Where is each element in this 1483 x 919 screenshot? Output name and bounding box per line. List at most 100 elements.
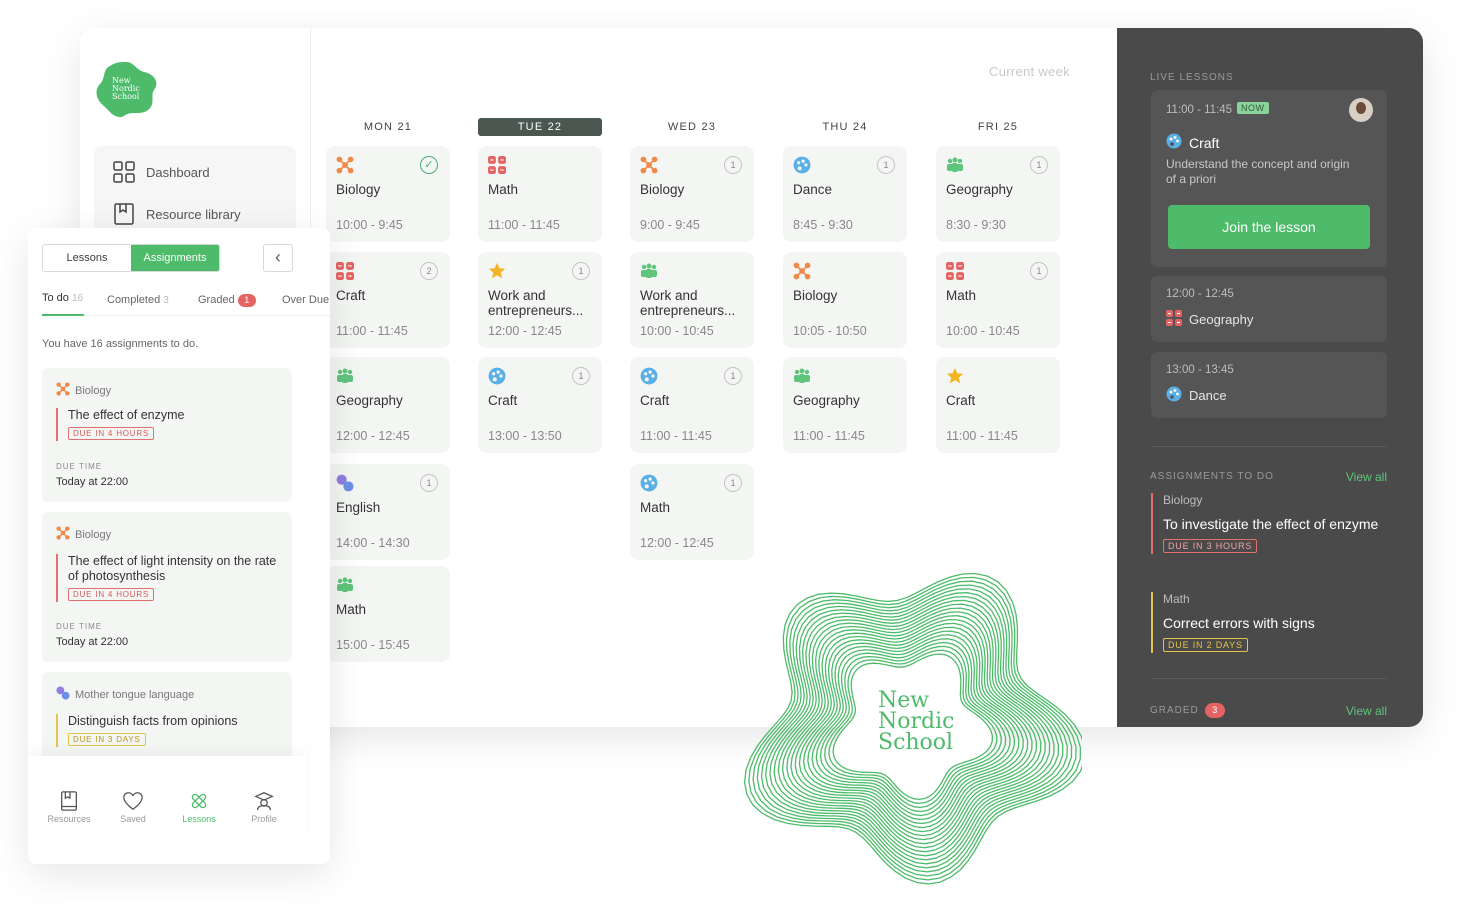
brand-logo[interactable]: New Nordic School (94, 60, 160, 120)
tab-lessons[interactable]: Lessons (43, 245, 131, 271)
math-icon (336, 262, 354, 280)
lesson-title: Math (946, 288, 977, 303)
tab-graded[interactable]: Graded 1 (198, 294, 256, 307)
assignment-count-badge: 1 (724, 367, 742, 385)
lesson-card[interactable]: 1 Geography 8:30 - 9:30 (936, 146, 1060, 242)
assignment-count-badge: 1 (724, 474, 742, 492)
live-lesson-name: Craft (1166, 133, 1219, 152)
panel-divider (1151, 678, 1387, 679)
upcoming-lesson-card[interactable]: 13:00 - 13:45 Dance (1151, 352, 1387, 418)
tab-overdue[interactable]: Over Due (282, 294, 329, 306)
assignment-subject: Biology (56, 382, 111, 399)
lesson-card[interactable]: Math 15:00 - 15:45 (326, 566, 450, 662)
lesson-card[interactable]: 1 Math 10:00 - 10:45 (936, 252, 1060, 348)
tab-completed[interactable]: Completed 3 (107, 294, 169, 306)
lesson-title: Math (336, 602, 367, 617)
teacher-avatar (1349, 98, 1373, 122)
join-lesson-button[interactable]: Join the lesson (1168, 205, 1370, 249)
due-time-value: Today at 22:00 (56, 476, 129, 488)
live-time: 11:00 - 11:45 (1166, 104, 1233, 116)
lesson-card[interactable]: ✓ Biology 10:00 - 9:45 (326, 146, 450, 242)
lesson-card[interactable]: 1 Math 12:00 - 12:45 (630, 464, 754, 560)
day-header: WED 23 (667, 121, 717, 133)
day-header: TUE 22 (478, 118, 602, 136)
upcoming-lesson-card[interactable]: 12:00 - 12:45 Geography (1151, 276, 1387, 342)
lesson-card[interactable]: 1 Dance 8:45 - 9:30 (783, 146, 907, 242)
lesson-time: 8:45 - 9:30 (793, 218, 853, 232)
lesson-time: 11:00 - 11:45 (640, 429, 712, 443)
lesson-title: Work and entrepreneurs... (488, 288, 584, 318)
assignment-subject: Biology (1163, 493, 1203, 507)
tab-count: 3 (163, 295, 169, 306)
lesson-card[interactable]: 1 Work and entrepreneurs... 12:00 - 12:45 (478, 252, 602, 348)
lesson-card[interactable]: Geography 12:00 - 12:45 (326, 357, 450, 453)
lesson-card[interactable]: 1 Biology 9:00 - 9:45 (630, 146, 754, 242)
book-icon (114, 203, 134, 225)
upcoming-title: Dance (1189, 388, 1227, 403)
upcoming-name: Geography (1166, 310, 1253, 329)
lesson-time: 10:05 - 10:50 (793, 324, 867, 338)
nav-label: Profile (251, 814, 277, 824)
tab-label: Over Due (282, 294, 330, 306)
live-panel: LIVE LESSONS 11:00 - 11:45 NOW Craft Und… (1117, 28, 1423, 727)
subject-label: Biology (75, 384, 112, 397)
tab-assignments[interactable]: Assignments (131, 245, 219, 271)
graded-view-all-link[interactable]: View all (1346, 704, 1387, 718)
logo-line-3: School (112, 92, 140, 101)
sidebar-item-resource-library[interactable]: Resource library (112, 202, 241, 226)
lesson-card[interactable]: Work and entrepreneurs... 10:00 - 10:45 (630, 252, 754, 348)
lesson-card[interactable]: 1 English 14:00 - 14:30 (326, 464, 450, 560)
lesson-card[interactable]: Craft 11:00 - 11:45 (936, 357, 1060, 453)
lesson-card[interactable]: Geography 11:00 - 11:45 (783, 357, 907, 453)
graded-heading: GRADED 3 (1150, 703, 1225, 718)
lesson-title: Math (640, 500, 671, 515)
assignment-item[interactable]: Math Correct errors with signs DUE IN 2 … (1151, 592, 1387, 653)
back-button[interactable]: ‹ (263, 244, 293, 272)
emblem-line-2: Nordic (878, 709, 955, 734)
lesson-card[interactable]: 1 Craft 11:00 - 11:45 (630, 357, 754, 453)
lesson-title: Work and entrepreneurs... (640, 288, 736, 318)
language-icon (336, 474, 354, 492)
nav-resources[interactable]: Resources (39, 790, 99, 824)
sidebar-item-dashboard[interactable]: Dashboard (112, 160, 210, 184)
due-time-label: DUE TIME (56, 462, 103, 471)
dashboard-icon (113, 161, 135, 183)
day-header: FRI 25 (977, 121, 1019, 133)
lesson-card[interactable]: Biology 10:05 - 10:50 (783, 252, 907, 348)
assignment-body: The effect of light intensity on the rat… (56, 554, 283, 602)
assignment-card[interactable]: Biology The effect of enzyme DUE IN 4 HO… (42, 368, 292, 502)
tab-todo[interactable]: To do 16 (42, 292, 83, 304)
nav-saved[interactable]: Saved (103, 790, 163, 824)
now-badge: NOW (1237, 102, 1269, 114)
assignment-title: To investigate the effect of enzyme (1163, 516, 1379, 532)
tab-label: Graded (198, 294, 235, 306)
sidebar-item-label: Resource library (146, 206, 241, 222)
live-lesson-card[interactable]: 11:00 - 11:45 NOW Craft Understand the c… (1151, 90, 1387, 267)
heart-icon (123, 792, 143, 811)
assignment-title: Correct errors with signs (1163, 615, 1315, 631)
lesson-time: 12:00 - 12:45 (488, 324, 562, 338)
lesson-card[interactable]: 1 Craft 13:00 - 13:50 (478, 357, 602, 453)
day-header: MON 21 (363, 121, 413, 133)
lesson-card[interactable]: 2 Craft 11:00 - 11:45 (326, 252, 450, 348)
biology-icon (56, 526, 70, 543)
palette-icon (1166, 386, 1182, 405)
lesson-title: Geography (336, 393, 403, 408)
assignment-title: Distinguish facts from opinions (68, 714, 238, 728)
assignment-summary: You have 16 assignments to do. (42, 338, 199, 350)
biology-icon (640, 156, 658, 174)
nav-profile[interactable]: Profile (234, 790, 294, 824)
lesson-time: 11:00 - 11:45 (793, 429, 865, 443)
tab-label: Completed (107, 294, 161, 306)
due-badge: DUE IN 4 HOURS (68, 427, 155, 440)
palette-icon (1166, 133, 1182, 152)
assignment-card[interactable]: Biology The effect of light intensity on… (42, 512, 292, 662)
people-icon (336, 576, 354, 594)
lesson-card[interactable]: Math 11:00 - 11:45 (478, 146, 602, 242)
assignment-count-badge: 1 (572, 367, 590, 385)
nav-lessons[interactable]: Lessons (169, 790, 229, 824)
lesson-time: 11:00 - 11:45 (946, 429, 1018, 443)
math-icon (1166, 310, 1182, 329)
assignment-item[interactable]: Biology To investigate the effect of enz… (1151, 493, 1387, 554)
assignments-view-all-link[interactable]: View all (1346, 470, 1387, 484)
